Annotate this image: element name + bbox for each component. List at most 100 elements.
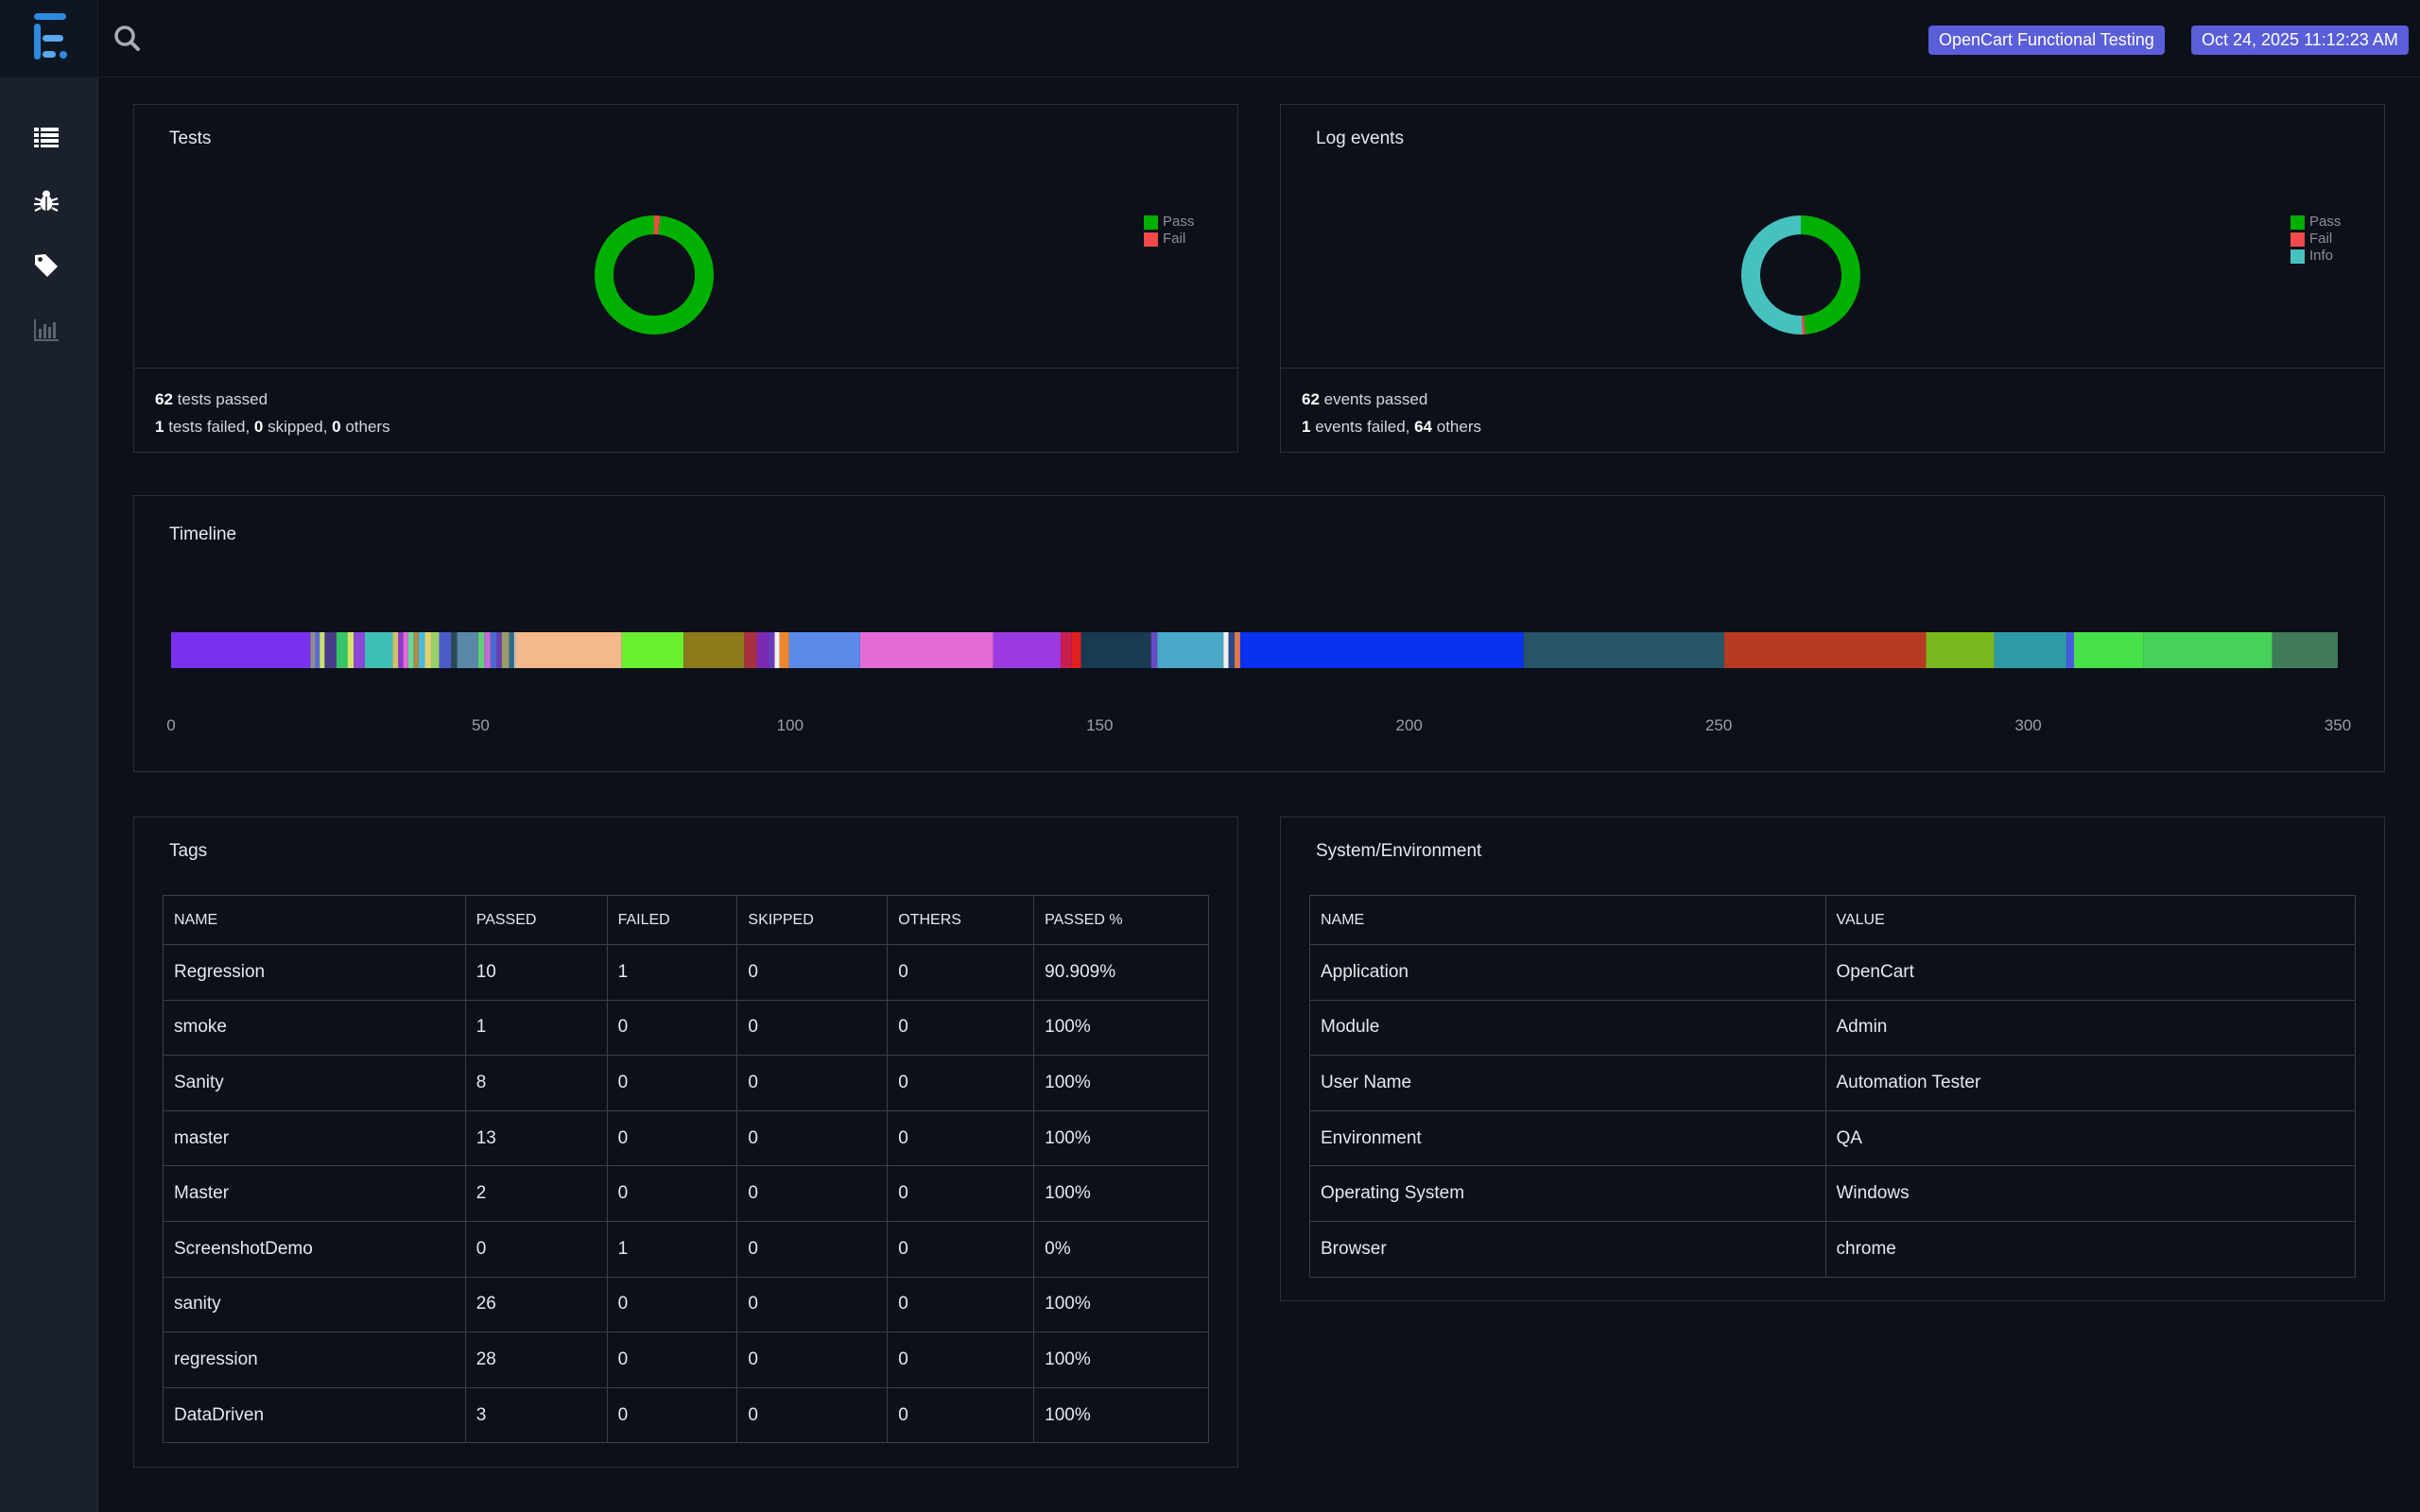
- timeline-segment[interactable]: [788, 632, 860, 668]
- timeline-segment[interactable]: [496, 632, 502, 668]
- timeline-segment[interactable]: [1061, 632, 1072, 668]
- timeline-segment[interactable]: [683, 632, 745, 668]
- timeline-segment[interactable]: [2074, 632, 2144, 668]
- tags-table-header: NAME PASSED FAILED SKIPPED OTHERS PASSED %: [163, 895, 1209, 945]
- timeline-segment[interactable]: [418, 632, 425, 668]
- logo-dot: [60, 51, 67, 59]
- timeline-segment[interactable]: [171, 632, 311, 668]
- timeline-segment[interactable]: [515, 632, 622, 668]
- timeline-segment[interactable]: [457, 632, 478, 668]
- donut-slice-info[interactable]: [1741, 215, 1803, 335]
- timeline-segment[interactable]: [2066, 632, 2075, 668]
- tags-table-cell: 0: [736, 1332, 889, 1388]
- tags-table-cell: DataDriven: [163, 1386, 466, 1444]
- timeline-segment[interactable]: [1926, 632, 1995, 668]
- timeline-segment[interactable]: [424, 632, 432, 668]
- legend-item-pass: Pass: [1144, 214, 1194, 231]
- timeline-segment[interactable]: [1523, 632, 1725, 668]
- timeline-segment[interactable]: [1239, 632, 1524, 668]
- timeline-segment[interactable]: [490, 632, 497, 668]
- tags-table-cell: 0: [736, 1276, 889, 1333]
- timeline-segment[interactable]: [744, 632, 757, 668]
- tag-icon: [35, 254, 58, 277]
- timeline-segment[interactable]: [501, 632, 510, 668]
- timeline-segment[interactable]: [779, 632, 789, 668]
- timeline-segment[interactable]: [320, 632, 325, 668]
- sidebar-item-bugs[interactable]: [32, 187, 60, 215]
- donut-slice-pass[interactable]: [595, 215, 714, 335]
- tags-table-cell: 90.909%: [1033, 944, 1209, 1001]
- timeline-segment[interactable]: [347, 632, 354, 668]
- timeline-tick-label: 150: [1086, 716, 1114, 734]
- timeline-segment[interactable]: [450, 632, 458, 668]
- timeline-segment[interactable]: [1150, 632, 1158, 668]
- system-table-row: Environment QA: [1309, 1109, 2356, 1167]
- timeline-segment[interactable]: [336, 632, 348, 668]
- timeline-segment[interactable]: [403, 632, 408, 668]
- tags-table-cell: master: [163, 1109, 466, 1167]
- timeline-segment[interactable]: [1994, 632, 2067, 668]
- tags-table-cell: 0: [887, 1055, 1035, 1111]
- system-table-cell: User Name: [1309, 1055, 1826, 1111]
- timeline-segment[interactable]: [439, 632, 451, 668]
- timeline-segment[interactable]: [1071, 632, 1081, 668]
- legend-label-fail: Fail: [2309, 231, 2333, 247]
- timeline-segment[interactable]: [993, 632, 1062, 668]
- timeline-segment[interactable]: [315, 632, 320, 668]
- tags-table-row: master 13 0 0 0 100%: [163, 1109, 1209, 1167]
- sidebar-item-tags[interactable]: [32, 251, 60, 280]
- timeline-segment[interactable]: [324, 632, 337, 668]
- timeline-segment[interactable]: [413, 632, 419, 668]
- timeline-segment[interactable]: [407, 632, 414, 668]
- system-table-cell: Application: [1309, 944, 1826, 1001]
- sidebar-item-stats[interactable]: [32, 316, 60, 344]
- tags-table-cell: 3: [464, 1386, 608, 1444]
- tests-legend: Pass Fail: [1144, 214, 1194, 248]
- tags-table-cell: 100%: [1033, 1165, 1209, 1222]
- timeline-segment[interactable]: [484, 632, 491, 668]
- timeline-tick-label: 200: [1395, 716, 1423, 734]
- timeline-segment[interactable]: [768, 632, 775, 668]
- timeline-segment[interactable]: [509, 632, 514, 668]
- tags-table-cell: 8: [464, 1055, 608, 1111]
- timeline-segment[interactable]: [859, 632, 994, 668]
- tags-column-header: OTHERS: [887, 895, 1035, 945]
- tags-table-cell: sanity: [163, 1276, 466, 1333]
- tags-table-cell: smoke: [163, 999, 466, 1057]
- tags-column-header: PASSED: [464, 895, 608, 945]
- timeline-segment[interactable]: [2143, 632, 2273, 668]
- timeline-segment[interactable]: [477, 632, 485, 668]
- timeline-segment[interactable]: [392, 632, 399, 668]
- timeline-segment[interactable]: [364, 632, 393, 668]
- events-passed-line: 62 events passed: [1302, 386, 2384, 413]
- logo-bar-bottom: [43, 51, 56, 58]
- timeline-segment[interactable]: [431, 632, 440, 668]
- tests-others-text: others: [340, 418, 390, 436]
- tags-column-header: PASSED %: [1033, 895, 1209, 945]
- timeline-segment[interactable]: [1235, 632, 1240, 668]
- timeline-segment[interactable]: [310, 632, 316, 668]
- timeline-segment[interactable]: [1223, 632, 1229, 668]
- timeline-segment[interactable]: [513, 632, 516, 668]
- tags-table-cell: 0: [887, 1220, 1035, 1278]
- timeline-segment[interactable]: [1228, 632, 1236, 668]
- system-table-row: User Name Automation Tester: [1309, 1055, 2356, 1111]
- app-logo[interactable]: [0, 0, 98, 77]
- timeline-segment[interactable]: [354, 632, 365, 668]
- timeline-segment[interactable]: [1157, 632, 1224, 668]
- timeline-segment[interactable]: [756, 632, 769, 668]
- timeline-segment[interactable]: [2272, 632, 2338, 668]
- timeline-segment[interactable]: [774, 632, 780, 668]
- timeline-segment[interactable]: [1080, 632, 1151, 668]
- sidebar-item-dashboard[interactable]: [32, 123, 60, 151]
- tags-table-row: sanity 26 0 0 0 100%: [163, 1276, 1209, 1333]
- timeline-tick-label: 300: [2014, 716, 2042, 734]
- tags-table-cell: 0: [887, 1332, 1035, 1388]
- bug-icon: [34, 190, 59, 212]
- timeline-segment[interactable]: [1724, 632, 1927, 668]
- timeline-segment[interactable]: [398, 632, 404, 668]
- search-button[interactable]: [112, 23, 144, 55]
- timeline-segment[interactable]: [621, 632, 684, 668]
- logo-bar-mid: [43, 35, 63, 42]
- donut-slice-pass[interactable]: [1801, 215, 1861, 335]
